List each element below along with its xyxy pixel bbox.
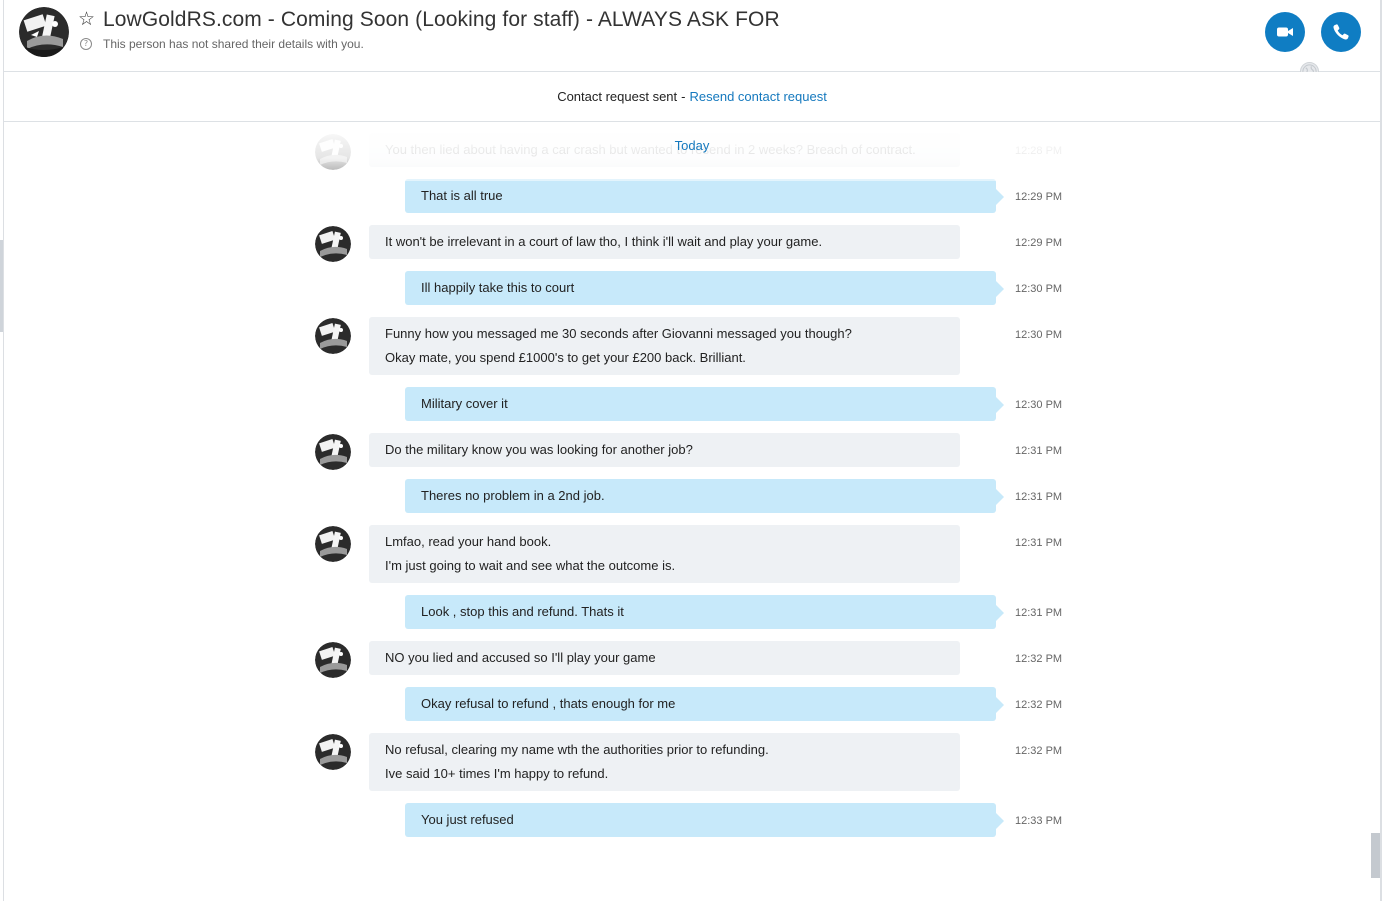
message-text: Theres no problem in a 2nd job. [421,488,605,503]
message-timestamp: 12:29 PM [1015,237,1063,249]
outgoing-message-bubble[interactable]: Theres no problem in a 2nd job. [405,479,1004,513]
message-timestamp: 12:32 PM [1015,745,1063,757]
message-timestamp: 12:32 PM [1015,653,1063,665]
phone-icon [1333,24,1349,40]
message-text: Ive said 10+ times I'm happy to refund. [385,766,609,781]
message-timestamp: 12:31 PM [1015,607,1063,619]
message-text: Military cover it [421,396,508,411]
message-text: Lmfao, read your hand book. [385,534,552,549]
contact-request-status: Contact request sent [557,89,678,104]
message-text: Do the military know you was looking for… [385,442,693,457]
message-history[interactable]: Today You then lied about having a car c… [4,123,1380,901]
message-timestamp: 12:33 PM [1015,815,1063,827]
message-text: Look , stop this and refund. Thats it [421,604,624,619]
incoming-message-bubble[interactable]: Lmfao, read your hand book. I'm just goin… [369,525,960,583]
incoming-message-bubble[interactable]: Do the military know you was looking for… [369,433,960,467]
sender-avatar[interactable] [315,226,351,262]
message-timestamp: 12:29 PM [1015,191,1063,203]
message-timestamp: 12:30 PM [1015,329,1063,341]
message-timestamp: 12:31 PM [1015,537,1063,549]
incoming-message-bubble[interactable]: NO you lied and accused so I'll play you… [369,641,960,675]
contact-avatar[interactable] [19,7,69,57]
message-timestamp: 12:30 PM [1015,399,1063,411]
message-text: No refusal, clearing my name wth the aut… [385,742,769,757]
message-text: That is all true [421,188,503,203]
contact-request-bar: Contact request sent - Resend contact re… [4,72,1380,122]
message-timestamp: 12:30 PM [1015,283,1063,295]
message-text: Okay mate, you spend £1000's to get your… [385,350,746,365]
outgoing-message-bubble[interactable]: Military cover it [405,387,1004,421]
video-camera-icon [1277,27,1293,37]
message-text: You just refused [421,812,514,827]
message-text: Funny how you messaged me 30 seconds aft… [385,326,852,341]
outgoing-message-bubble[interactable]: Ill happily take this to court [405,271,1004,305]
message-text: It won't be irrelevant in a court of law… [385,234,823,249]
incoming-message-bubble[interactable]: No refusal, clearing my name wth the aut… [369,733,960,791]
favorite-star-icon[interactable]: ☆ [78,9,95,31]
resend-contact-request-link[interactable]: Resend contact request [690,89,827,104]
outgoing-message-bubble[interactable]: Look , stop this and refund. Thats it [405,595,1004,629]
contact-privacy-notice: This person has not shared their details… [103,37,364,51]
message-text: I'm just going to wait and see what the … [385,558,676,573]
contact-request-separator: - [681,89,686,104]
message-timestamp: 12:31 PM [1015,491,1063,503]
sender-avatar[interactable] [315,734,351,770]
sender-avatar[interactable] [315,318,351,354]
video-call-button[interactable] [1265,12,1305,52]
contact-name: LowGoldRS.com - Coming Soon (Looking for… [103,8,780,31]
message-text: Okay refusal to refund , thats enough fo… [421,696,676,711]
sender-avatar[interactable] [315,434,351,470]
conversation-header: ☆ LowGoldRS.com - Coming Soon (Looking f… [4,0,1380,72]
message-text: NO you lied and accused so I'll play you… [385,650,656,665]
date-separator: Today [674,138,710,153]
message-timestamp: 12:32 PM [1015,699,1063,711]
outgoing-message-bubble[interactable]: That is all true [405,179,1004,213]
question-mark-icon: ? [80,38,92,50]
incoming-message-bubble[interactable]: Funny how you messaged me 30 seconds aft… [369,317,960,375]
message-text: Ill happily take this to court [421,280,575,295]
scrollbar-thumb[interactable] [1371,833,1380,878]
window-left-border-marker [0,240,3,332]
outgoing-message-bubble[interactable]: You just refused [405,803,1004,837]
outgoing-message-bubble[interactable]: Okay refusal to refund , thats enough fo… [405,687,1004,721]
sender-avatar[interactable] [315,526,351,562]
message-timestamp: 12:31 PM [1015,445,1063,457]
sender-avatar[interactable] [315,642,351,678]
incoming-message-bubble[interactable]: It won't be irrelevant in a court of law… [369,225,960,259]
audio-call-button[interactable] [1321,12,1361,52]
